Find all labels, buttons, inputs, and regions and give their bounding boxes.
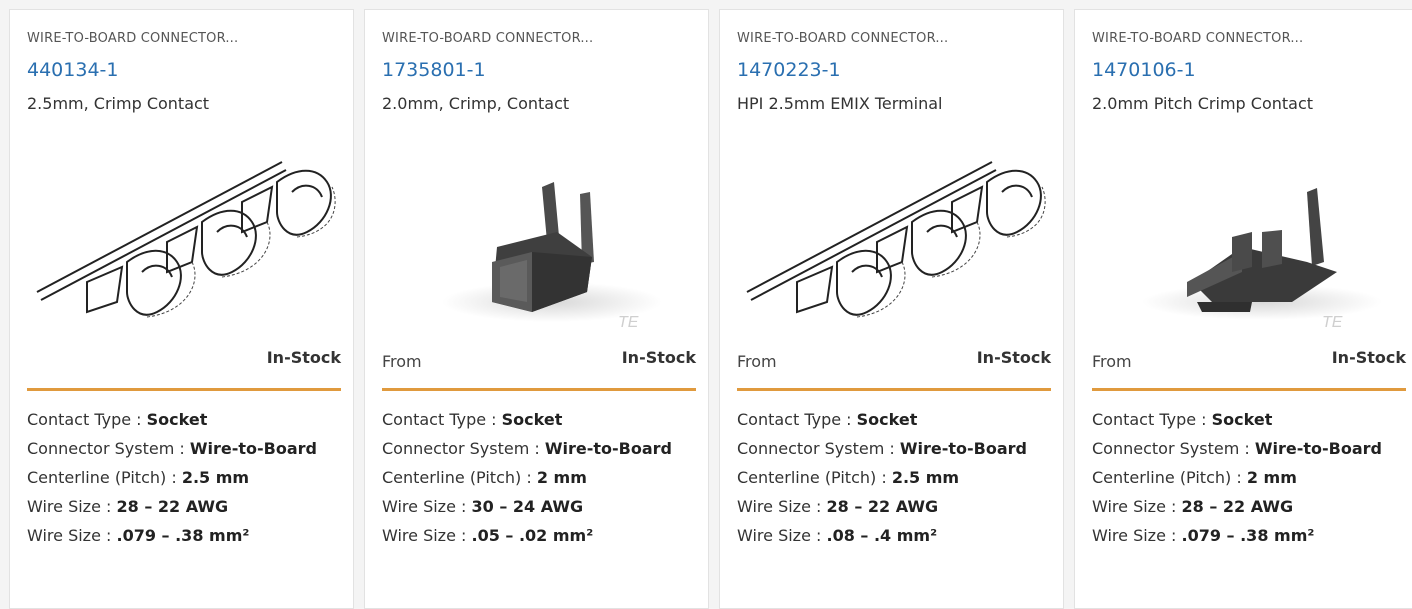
price-from-label: From (1092, 352, 1132, 371)
spec-connector-system: Connector System : Wire-to-Board (27, 439, 317, 458)
product-category: WIRE-TO-BOARD CONNECTOR... (27, 31, 239, 46)
product-image[interactable]: TE (1092, 152, 1406, 327)
crimp-contact-strip-drawing-icon (36, 161, 336, 318)
spec-connector-system: Connector System : Wire-to-Board (737, 439, 1027, 458)
spec-wire-size-awg: Wire Size : 30 – 24 AWG (382, 497, 584, 516)
spec-centerline: Centerline (Pitch) : 2.5 mm (737, 468, 960, 487)
spec-wire-size-mm: Wire Size : .08 – .4 mm² (737, 526, 938, 545)
te-watermark: TE (618, 314, 639, 327)
spec-wire-size-mm: Wire Size : .079 – .38 mm² (1092, 526, 1315, 545)
product-card[interactable]: WIRE-TO-BOARD CONNECTOR... 440134-1 2.5m… (9, 9, 354, 609)
product-card[interactable]: WIRE-TO-BOARD CONNECTOR... 1735801-1 2.0… (364, 9, 709, 609)
crimp-contact-render-icon: TE (442, 182, 662, 327)
spec-list: Contact Type : Socket Connector System :… (27, 405, 341, 550)
product-image[interactable] (737, 152, 1051, 327)
spec-wire-size-awg: Wire Size : 28 – 22 AWG (737, 497, 939, 516)
product-image[interactable] (27, 152, 341, 327)
divider (1092, 388, 1406, 391)
spec-wire-size-awg: Wire Size : 28 – 22 AWG (27, 497, 229, 516)
divider (737, 388, 1051, 391)
stock-status: In-Stock (1331, 348, 1406, 367)
crimp-contact-render-icon: TE (1142, 188, 1382, 327)
product-description: HPI 2.5mm EMIX Terminal (737, 94, 943, 113)
spec-centerline: Centerline (Pitch) : 2.5 mm (27, 468, 250, 487)
spec-list: Contact Type : Socket Connector System :… (382, 405, 696, 550)
product-category: WIRE-TO-BOARD CONNECTOR... (737, 31, 949, 46)
divider (382, 388, 696, 391)
price-from-label: From (382, 352, 422, 371)
spec-connector-system: Connector System : Wire-to-Board (1092, 439, 1382, 458)
part-number-link[interactable]: 1470106-1 (1092, 59, 1196, 81)
product-description: 2.0mm Pitch Crimp Contact (1092, 94, 1314, 113)
spec-wire-size-awg: Wire Size : 28 – 22 AWG (1092, 497, 1294, 516)
spec-list: Contact Type : Socket Connector System :… (1092, 405, 1406, 550)
te-watermark: TE (1322, 314, 1343, 327)
spec-contact-type: Contact Type : Socket (1092, 410, 1273, 429)
product-description: 2.5mm, Crimp Contact (27, 94, 210, 113)
spec-centerline: Centerline (Pitch) : 2 mm (382, 468, 587, 487)
spec-connector-system: Connector System : Wire-to-Board (382, 439, 672, 458)
product-image[interactable]: TE (382, 152, 696, 327)
product-category: WIRE-TO-BOARD CONNECTOR... (382, 31, 594, 46)
stock-status: In-Stock (621, 348, 696, 367)
spec-list: Contact Type : Socket Connector System :… (737, 405, 1051, 550)
spec-contact-type: Contact Type : Socket (382, 410, 563, 429)
spec-centerline: Centerline (Pitch) : 2 mm (1092, 468, 1297, 487)
divider (27, 388, 341, 391)
product-category: WIRE-TO-BOARD CONNECTOR... (1092, 31, 1304, 46)
product-card[interactable]: WIRE-TO-BOARD CONNECTOR... 1470223-1 HPI… (719, 9, 1064, 609)
stock-status: In-Stock (266, 348, 341, 367)
part-number-link[interactable]: 1470223-1 (737, 59, 841, 81)
spec-wire-size-mm: Wire Size : .05 – .02 mm² (382, 526, 594, 545)
price-from-label: From (737, 352, 777, 371)
product-grid: WIRE-TO-BOARD CONNECTOR... 440134-1 2.5m… (0, 0, 1412, 609)
part-number-link[interactable]: 440134-1 (27, 59, 118, 81)
product-description: 2.0mm, Crimp, Contact (382, 94, 570, 113)
spec-contact-type: Contact Type : Socket (27, 410, 208, 429)
crimp-contact-strip-drawing-icon (746, 161, 1046, 318)
spec-contact-type: Contact Type : Socket (737, 410, 918, 429)
product-card[interactable]: WIRE-TO-BOARD CONNECTOR... 1470106-1 2.0… (1074, 9, 1412, 609)
part-number-link[interactable]: 1735801-1 (382, 59, 486, 81)
spec-wire-size-mm: Wire Size : .079 – .38 mm² (27, 526, 250, 545)
stock-status: In-Stock (976, 348, 1051, 367)
